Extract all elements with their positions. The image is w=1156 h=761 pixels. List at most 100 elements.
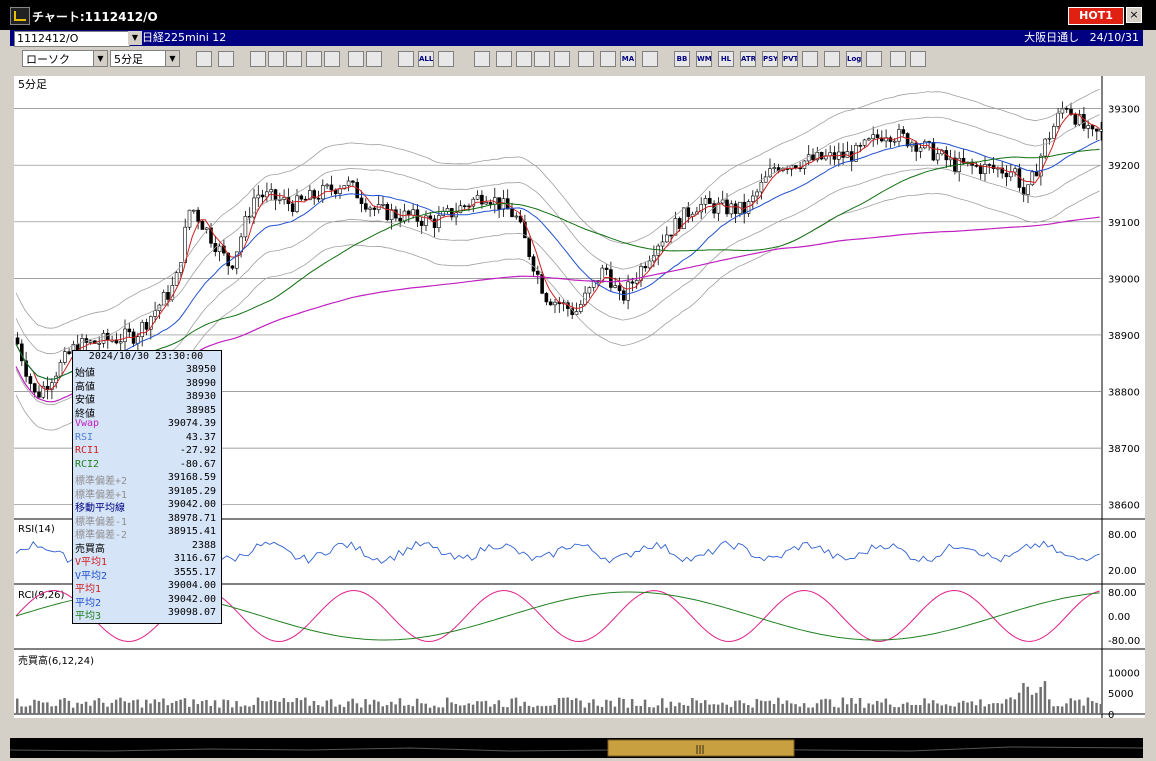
candle-body <box>475 194 480 200</box>
volume-bar <box>1026 686 1029 714</box>
volume-bar <box>334 706 337 714</box>
pvt-icon[interactable]: PVT <box>782 51 798 67</box>
candle-body <box>750 195 755 202</box>
candle-body <box>118 341 123 344</box>
volume-bar <box>729 707 733 714</box>
volume-bar <box>84 701 88 714</box>
arrow-icon[interactable] <box>306 51 322 67</box>
tooltip-value: 39042.00 <box>167 499 216 510</box>
eraser-icon[interactable] <box>474 51 490 67</box>
volume-bar <box>798 706 802 714</box>
volume-bar <box>471 704 475 714</box>
candle-body <box>983 164 987 174</box>
volume-bar <box>261 700 264 714</box>
x-icon[interactable] <box>890 51 906 67</box>
volume-bar <box>992 703 995 714</box>
brush-icon[interactable] <box>268 51 284 67</box>
lock-icon[interactable] <box>600 51 616 67</box>
tooltip-row: RCI1 -27.92 <box>73 445 219 459</box>
volume-bar <box>923 698 926 714</box>
y-icon[interactable] <box>910 51 926 67</box>
candle-body <box>419 220 424 226</box>
ma-icon[interactable] <box>642 51 658 67</box>
candle-body <box>535 270 540 275</box>
candle-body <box>299 195 304 200</box>
all-icon[interactable]: ALL <box>418 51 434 67</box>
volume-bar <box>441 707 445 714</box>
tooltip-row: 標準偏差+2 39168.59 <box>73 472 219 487</box>
flag-icon[interactable] <box>578 51 594 67</box>
chart-icon[interactable] <box>554 51 570 67</box>
palette-icon[interactable] <box>496 51 512 67</box>
volume-tick-label: 10000 <box>1108 668 1140 679</box>
export-icon[interactable] <box>866 51 882 67</box>
candle-body <box>239 236 243 253</box>
candle-body <box>819 152 824 160</box>
candle-body <box>733 203 738 214</box>
candle-body <box>660 241 665 247</box>
volume-bar <box>1009 697 1012 714</box>
wma-icon[interactable]: WMA <box>696 51 712 67</box>
fit-icon[interactable] <box>366 51 382 67</box>
search-icon[interactable] <box>196 51 212 67</box>
volume-bar <box>76 702 79 714</box>
tooltip-value: 38930 <box>185 391 216 402</box>
tooltip-value: 39004.00 <box>167 580 216 591</box>
volume-bar <box>665 707 668 714</box>
candle-body <box>411 209 415 216</box>
q-icon[interactable] <box>534 51 550 67</box>
candle-body <box>484 202 489 205</box>
chevron-down-icon[interactable]: ▼ <box>165 51 179 66</box>
volume-bar <box>157 702 161 714</box>
candle-body <box>682 207 686 229</box>
log-icon[interactable]: Log <box>846 51 862 67</box>
volume-bar <box>661 698 664 714</box>
volume-bar <box>54 705 58 714</box>
grid-icon[interactable] <box>218 51 234 67</box>
psy-icon[interactable]: PSY <box>762 51 778 67</box>
chart-scrollbar[interactable]: ||| <box>9 738 1144 758</box>
zoom-icon[interactable] <box>398 51 414 67</box>
candle-body <box>1073 114 1078 125</box>
price-tick-label: 38600 <box>1108 501 1140 512</box>
volume-bar <box>269 699 273 714</box>
ma-icon[interactable]: MA <box>620 51 636 67</box>
volume-bar <box>1022 683 1025 714</box>
atr-icon[interactable]: ATR <box>740 51 756 67</box>
candle-body <box>192 209 196 212</box>
box-icon[interactable] <box>802 51 818 67</box>
volume-bar <box>59 699 62 714</box>
volume-bar <box>1056 706 1060 714</box>
bb-icon[interactable]: BB <box>674 51 690 67</box>
volume-bar <box>119 697 122 714</box>
hl-icon[interactable]: HL <box>718 51 734 67</box>
cursor-icon[interactable] <box>286 51 302 67</box>
volume-bar <box>136 699 139 714</box>
trash-icon[interactable] <box>348 51 364 67</box>
doc-icon[interactable] <box>324 51 340 67</box>
candle-body <box>514 215 519 218</box>
price-tick-label: 39000 <box>1108 274 1140 285</box>
volume-bar <box>725 704 728 714</box>
close-button[interactable]: × <box>1126 7 1142 23</box>
volume-bar <box>553 704 556 714</box>
volume-bar <box>596 705 599 714</box>
candle-body <box>458 205 463 214</box>
candle-body <box>858 145 863 147</box>
timeframe-select[interactable]: 5分足 ▼ <box>110 50 180 67</box>
symbol-input[interactable]: 1112412/O <box>14 31 130 47</box>
symbol-dropdown-icon[interactable]: ▼ <box>128 31 142 45</box>
pen-icon[interactable] <box>250 51 266 67</box>
chart-type-select[interactable]: ローソク ▼ <box>22 50 108 67</box>
chevron-down-icon[interactable]: ▼ <box>93 51 107 66</box>
hot-button[interactable]: HOT1 <box>1068 7 1124 25</box>
volume-bar <box>1073 700 1077 714</box>
eye-icon[interactable] <box>516 51 532 67</box>
volume-bar <box>983 706 986 714</box>
volume-bar <box>209 705 212 714</box>
sep-icon[interactable] <box>824 51 840 67</box>
volume-bar <box>28 705 32 714</box>
market-date: 24/10/31 <box>1089 31 1139 44</box>
hand-icon[interactable] <box>438 51 454 67</box>
candle-body <box>480 194 484 205</box>
